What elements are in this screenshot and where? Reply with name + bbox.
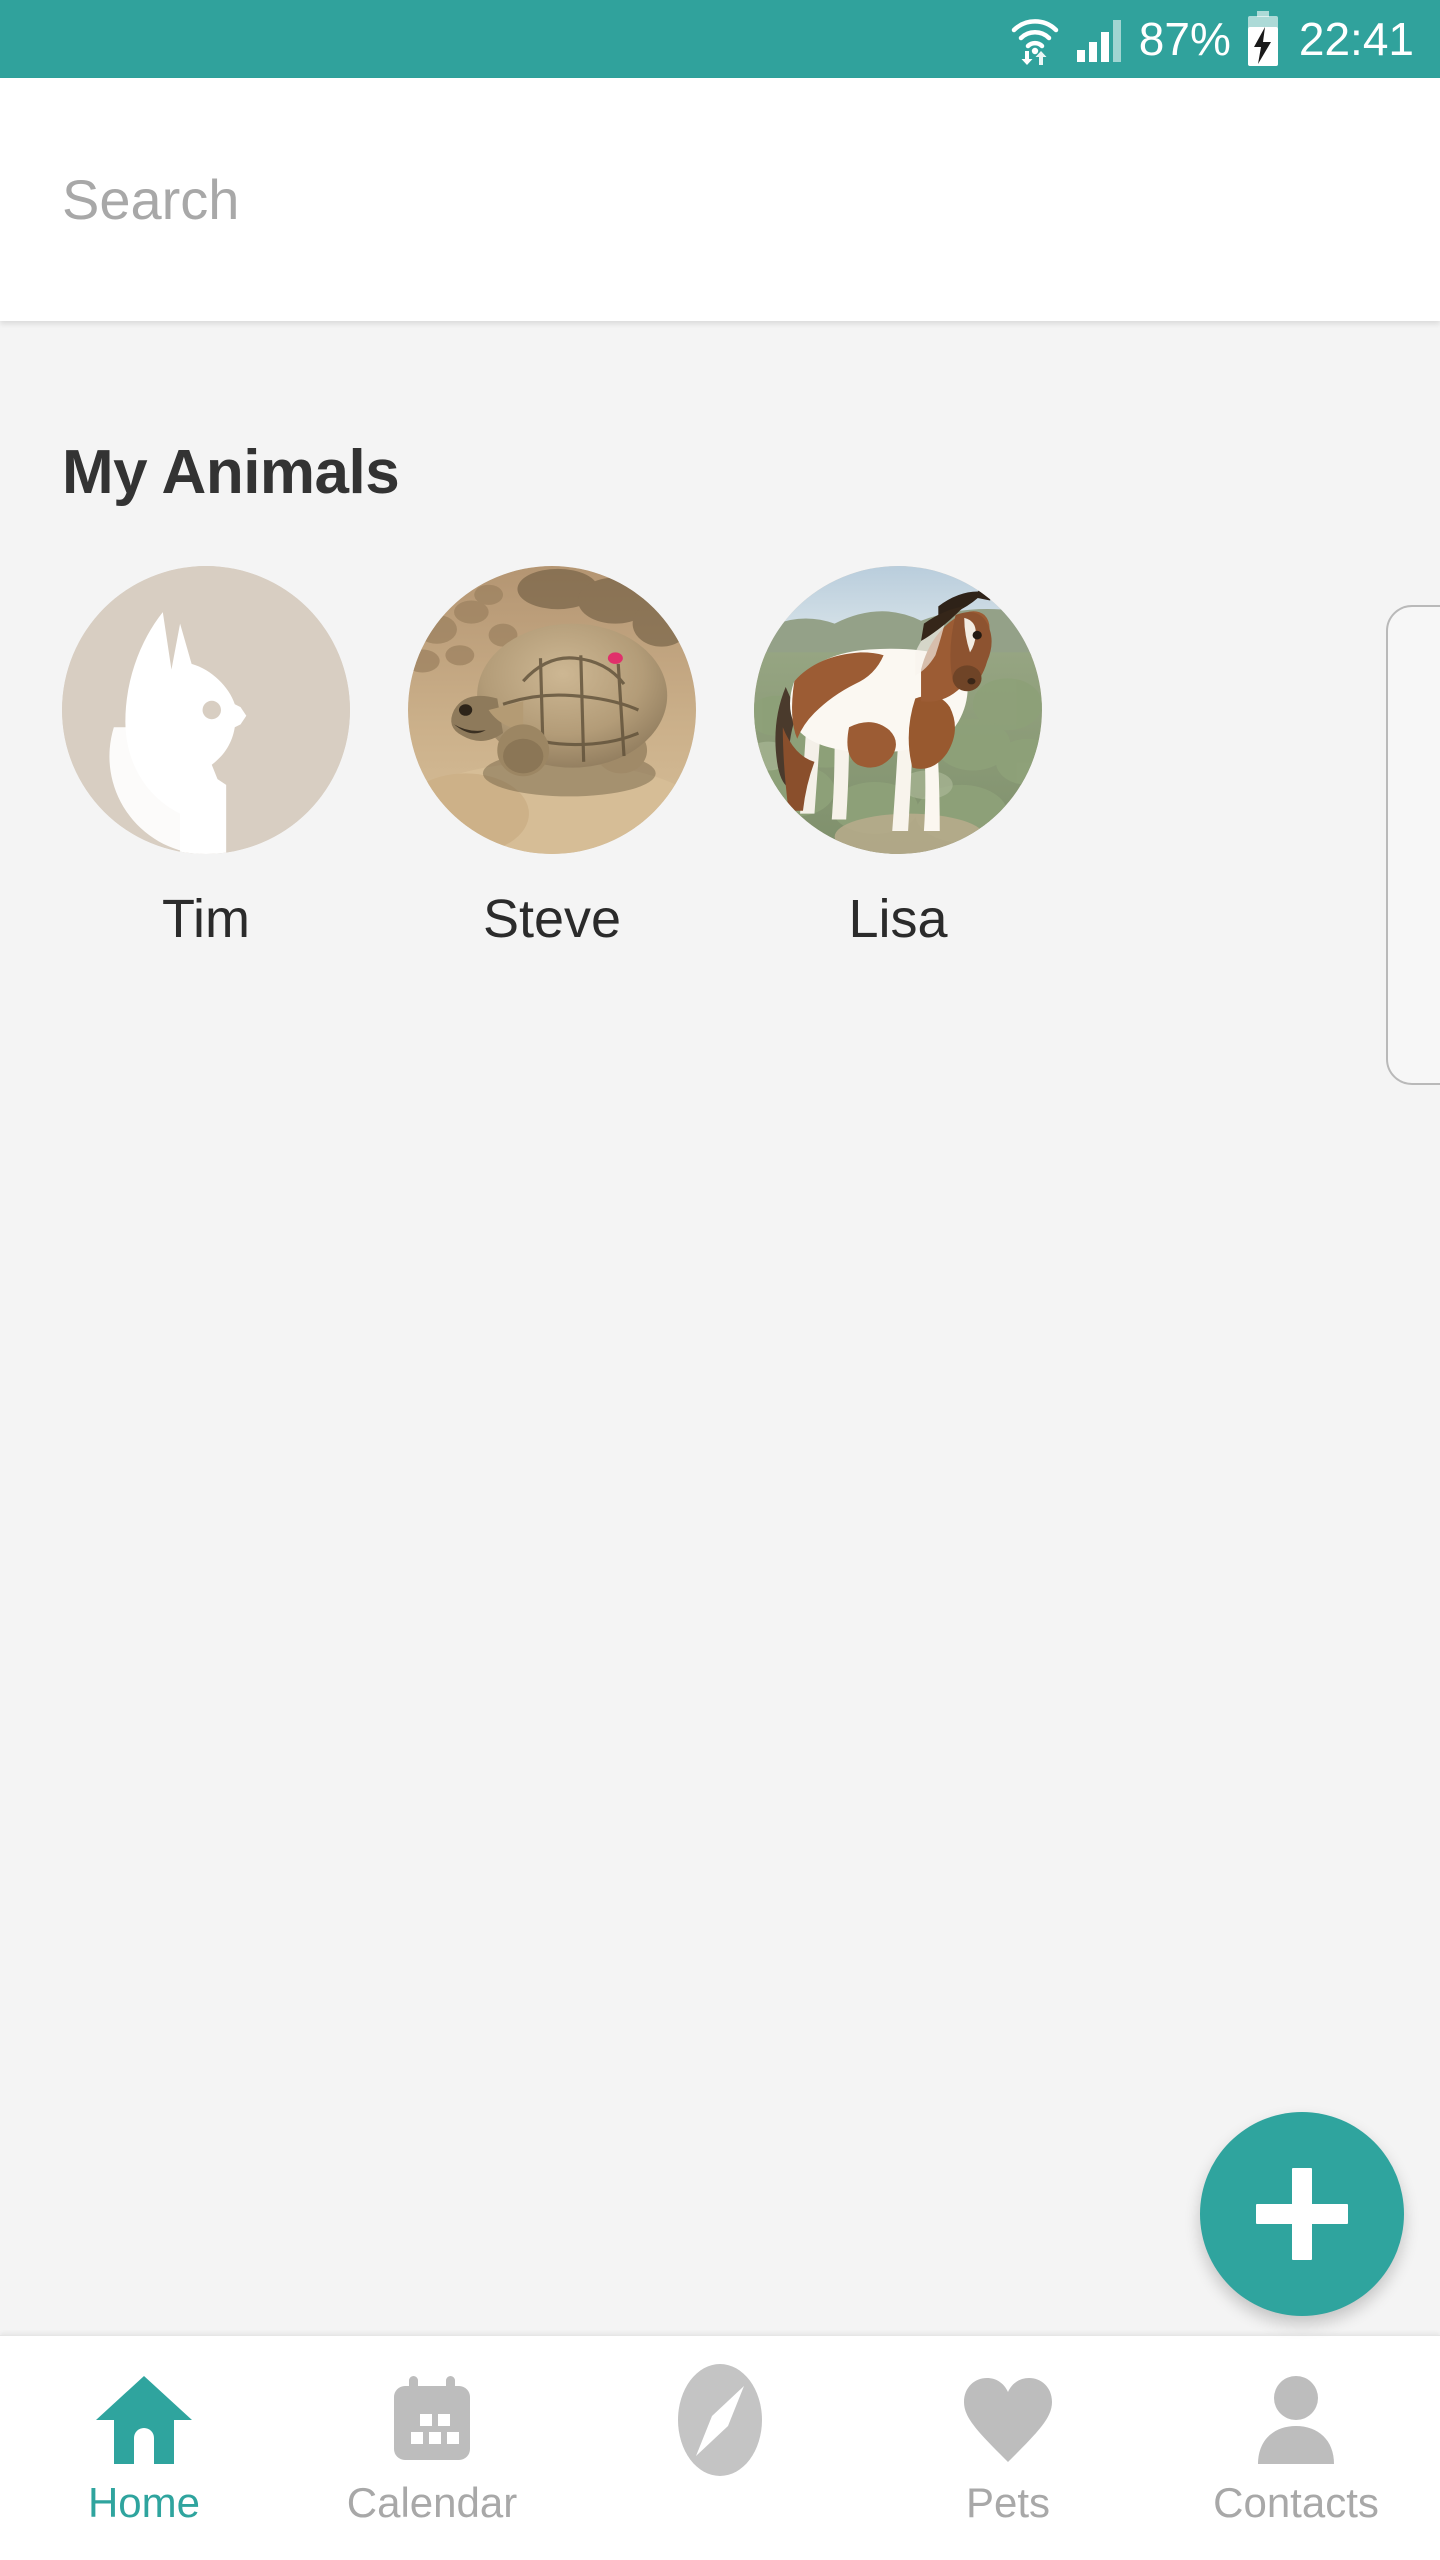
clock-text: 22:41 [1298,13,1414,65]
avatar[interactable] [754,566,1042,854]
heart-icon [960,2368,1056,2472]
animal-list: Tim Steve Lisa [62,566,1042,946]
list-item[interactable]: Steve [408,566,696,946]
calendar-icon [384,2368,480,2472]
nav-item-contacts[interactable]: Contacts [1152,2336,1440,2560]
bottom-navigation: Home Calendar Pets Contacts [0,2335,1440,2560]
nav-label-contacts: Contacts [1213,2479,1379,2526]
nav-item-explore[interactable] [576,2336,864,2560]
cellular-signal-icon [1075,14,1125,64]
tortoise-photo [408,566,696,854]
search-bar[interactable] [0,78,1440,321]
nav-item-home[interactable]: Home [0,2336,288,2560]
list-item-label: Tim [162,889,250,949]
main-content: My Animals Tim Steve Lisa [0,321,1440,2335]
app-screen: 87% 22:41 My Animals [0,0,1440,2560]
avatar[interactable] [62,566,350,854]
add-button[interactable] [1200,2112,1404,2316]
offscreen-card-peek[interactable] [1386,605,1440,1085]
plus-icon-vertical [1292,2168,1312,2260]
nav-label-pets: Pets [965,2479,1051,2526]
list-item[interactable]: Tim [62,566,350,946]
nav-label-home: Home [87,2479,201,2526]
page-title: My Animals [62,438,400,507]
avatar[interactable] [408,566,696,854]
dog-placeholder-icon [62,566,350,854]
list-item-label: Lisa [848,889,948,949]
person-icon [1248,2368,1344,2472]
nav-item-pets[interactable]: Pets [864,2336,1152,2560]
search-input[interactable] [62,167,1162,232]
nav-label-calendar: Calendar [346,2479,518,2526]
status-bar: 87% 22:41 [0,0,1440,78]
horse-photo [754,566,1042,854]
battery-percent-text: 87% [1138,13,1231,65]
list-item-label: Steve [482,889,622,949]
wifi-icon [1009,13,1061,65]
list-item[interactable]: Lisa [754,566,1042,946]
compass-icon [668,2364,772,2476]
nav-item-calendar[interactable]: Calendar [288,2336,576,2560]
home-icon [92,2368,196,2472]
battery-charging-icon [1245,11,1281,67]
